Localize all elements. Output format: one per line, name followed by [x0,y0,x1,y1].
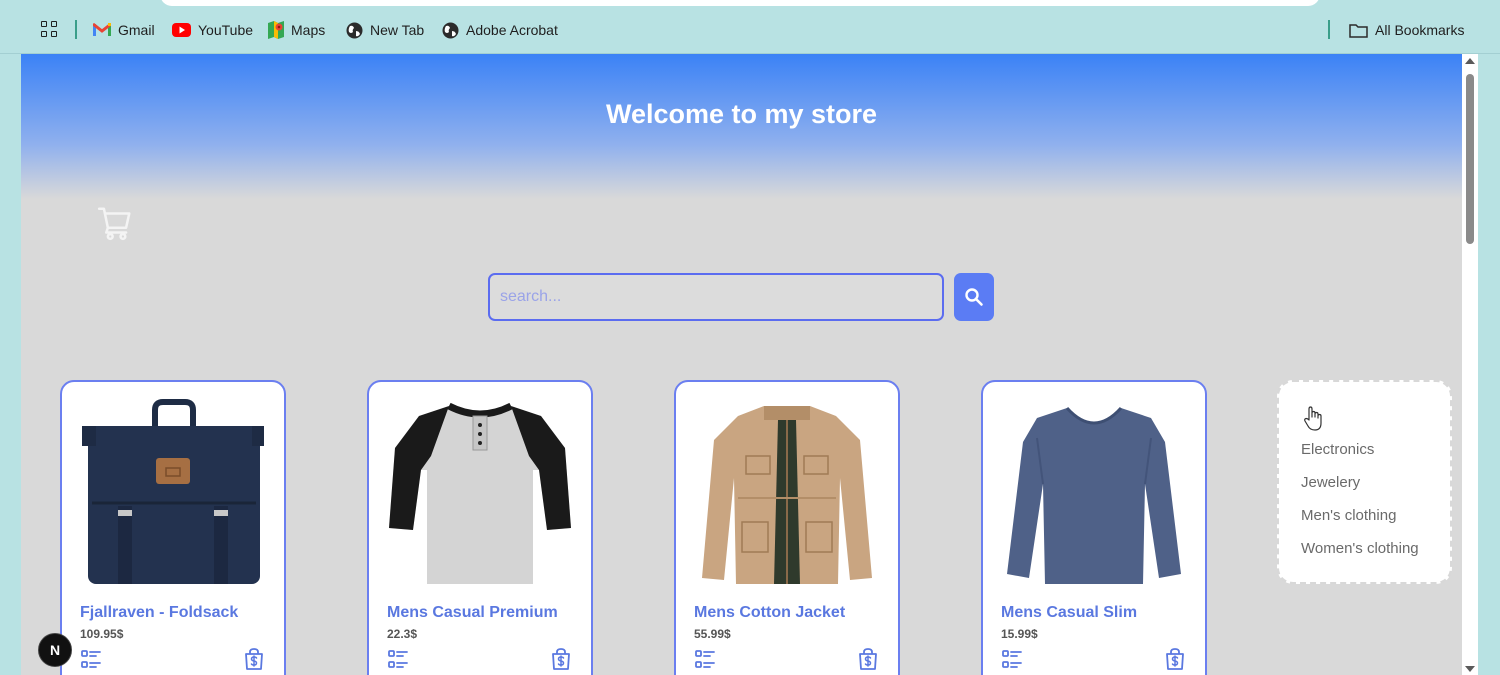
gmail-icon [93,23,111,36]
search-input[interactable] [488,273,944,321]
bookmark-new-tab[interactable]: New Tab [346,18,424,42]
maps-icon [268,21,284,39]
bookmark-label: YouTube [198,22,254,38]
store-page: Welcome to my store search... Fjallraven… [21,54,1462,675]
search-icon [965,288,983,306]
bookmark-label: All Bookmarks [1375,22,1465,38]
list-details-icon[interactable] [694,648,716,670]
product-card[interactable]: Mens Casual Slim 15.99$ [981,380,1207,675]
list-details-icon[interactable] [1001,648,1023,670]
bookmark-maps[interactable]: Maps [268,18,325,42]
shopping-bag-dollar-icon[interactable] [242,647,266,671]
product-title[interactable]: Fjallraven - Foldsack [80,604,238,622]
product-image-backpack[interactable] [80,398,266,588]
product-price: 15.99$ [1001,627,1038,641]
scroll-thumb[interactable] [1466,74,1474,244]
product-card[interactable]: Fjallraven - Foldsack 109.95$ [60,380,286,675]
search-button[interactable] [954,273,994,321]
bookmarks-separator [75,20,77,39]
product-image-raglan-shirt[interactable] [387,398,573,588]
product-image-cotton-jacket[interactable] [694,398,880,588]
folder-icon [1349,23,1368,38]
product-card[interactable]: Mens Casual Premium 22.3$ [367,380,593,675]
apps-grid-icon[interactable] [41,21,59,39]
product-price: 109.95$ [80,627,124,641]
bookmark-label: New Tab [370,22,425,38]
shopping-bag-dollar-icon[interactable] [856,647,880,671]
bookmark-label: Adobe Acrobat [466,22,558,38]
bookmarks-separator [1328,20,1330,39]
shopping-bag-dollar-icon[interactable] [1163,647,1187,671]
bookmarks-bar: Gmail YouTube Maps New Tab Adobe Acrobat… [0,0,1500,54]
bookmark-youtube[interactable]: YouTube [172,18,253,42]
list-details-icon[interactable] [80,648,102,670]
product-image-slim-shirt[interactable] [1001,398,1187,588]
bookmark-label: Gmail [118,22,155,38]
all-bookmarks-button[interactable]: All Bookmarks [1349,18,1464,42]
hand-pointer-icon [1304,406,1322,431]
category-electronics[interactable]: Electronics [1301,441,1374,458]
bookmark-gmail[interactable]: Gmail [93,18,155,42]
categories-panel: Electronics Jewelery Men's clothing Wome… [1277,380,1452,584]
bookmark-label: Maps [291,22,326,38]
globe-icon [442,22,459,38]
scroll-down-arrow[interactable] [1465,666,1475,672]
cart-icon[interactable] [96,204,134,242]
youtube-icon [172,23,191,37]
list-details-icon[interactable] [387,648,409,670]
product-price: 22.3$ [387,627,418,641]
category-jewelery[interactable]: Jewelery [1301,474,1360,491]
product-price: 55.99$ [694,627,731,641]
scroll-up-arrow[interactable] [1465,58,1475,64]
bookmark-adobe-acrobat[interactable]: Adobe Acrobat [442,18,558,42]
category-mens-clothing[interactable]: Men's clothing [1301,507,1396,524]
shopping-bag-dollar-icon[interactable] [549,647,573,671]
product-title[interactable]: Mens Casual Slim [1001,604,1137,622]
category-womens-clothing[interactable]: Women's clothing [1301,540,1419,557]
scrollbar[interactable] [1462,54,1478,675]
globe-icon [346,22,363,38]
product-card[interactable]: Mens Cotton Jacket 55.99$ [674,380,900,675]
product-title[interactable]: Mens Casual Premium [387,604,558,622]
omnibox-edge[interactable] [160,0,1320,6]
nextjs-dev-badge[interactable]: N [38,633,72,667]
page-title: Welcome to my store [605,99,878,129]
product-title[interactable]: Mens Cotton Jacket [694,604,845,622]
